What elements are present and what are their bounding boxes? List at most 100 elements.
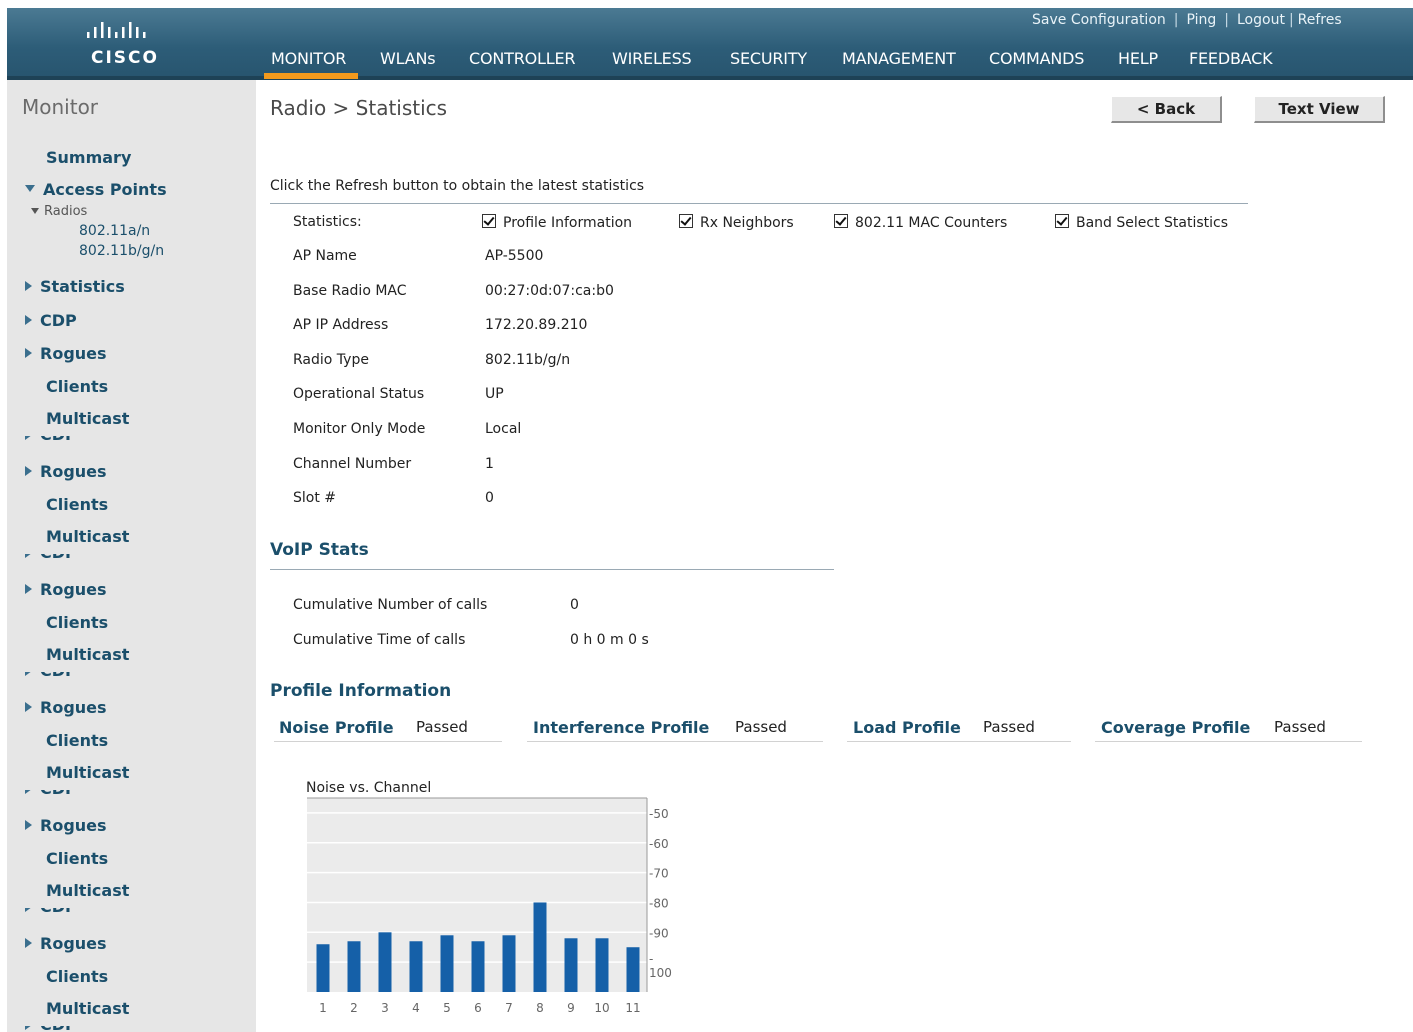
sidebar-item-radio-bg[interactable]: 802.11b/g/n xyxy=(79,243,164,259)
sidebar-item-cdp-clipped: CDP xyxy=(25,672,77,680)
profile-information-heading: Profile Information xyxy=(270,681,452,701)
sidebar-item-cdp-clipped: CDP xyxy=(25,908,77,916)
checkbox-checked-icon[interactable] xyxy=(679,214,693,228)
sidebar-item-summary[interactable]: Summary xyxy=(46,148,131,167)
page-title: Radio > Statistics xyxy=(270,96,448,120)
profile-information-checkbox[interactable]: Profile Information xyxy=(482,214,632,231)
sidebar-item-multicast[interactable]: Multicast xyxy=(46,645,129,664)
chart-bar xyxy=(347,941,361,992)
profile-divider xyxy=(847,741,1071,742)
slot-label: Slot # xyxy=(293,490,337,506)
sidebar-item-multicast[interactable]: Multicast xyxy=(46,763,129,782)
x-tick-label: 5 xyxy=(443,1001,451,1015)
checkbox-checked-icon[interactable] xyxy=(482,214,496,228)
noise-vs-channel-chart: -50 -60 -70 -80 -90 -100 1 2 3 4 5 6 7 8 9 10 11 xyxy=(307,797,672,1015)
sidebar-item-clients[interactable]: Clients xyxy=(46,967,108,986)
chart-bar xyxy=(564,938,578,992)
sidebar-item-clients[interactable]: Clients xyxy=(46,377,108,396)
cumulative-time-value: 0 h 0 m 0 s xyxy=(570,632,649,648)
radio-type-value: 802.11b/g/n xyxy=(485,352,571,368)
radio-type-label: Radio Type xyxy=(293,352,369,368)
sidebar-item-multicast[interactable]: Multicast xyxy=(46,881,129,900)
save-configuration-link[interactable]: Save Configuration xyxy=(1032,12,1166,28)
sidebar-item-label: Access Points xyxy=(43,180,167,199)
interference-profile-status: Passed xyxy=(735,718,787,736)
chart-bar xyxy=(595,938,609,992)
cisco-logo-text: CISCO xyxy=(91,48,159,68)
menu-monitor[interactable]: MONITOR xyxy=(263,49,359,79)
menu-wlans[interactable]: WLANs xyxy=(380,49,436,68)
band-select-checkbox[interactable]: Band Select Statistics xyxy=(1055,214,1228,231)
checkbox-label: Profile Information xyxy=(503,215,633,231)
menu-feedback[interactable]: FEEDBACK xyxy=(1189,49,1273,68)
monitor-only-mode-value: Local xyxy=(485,421,522,437)
rx-neighbors-checkbox[interactable]: Rx Neighbors xyxy=(679,214,794,231)
refresh-link[interactable]: Refres xyxy=(1298,12,1342,28)
sidebar-item-rogues[interactable]: Rogues xyxy=(25,934,107,953)
y-tick-label: -60 xyxy=(649,837,669,851)
y-tick-label: 100 xyxy=(649,966,672,980)
sidebar-item-cdp-clipped: CDP xyxy=(25,554,77,562)
sidebar-item-statistics[interactable]: Statistics xyxy=(25,277,125,296)
ping-link[interactable]: Ping xyxy=(1186,12,1216,28)
sidebar-item-clients[interactable]: Clients xyxy=(46,849,108,868)
sidebar-item-rogues[interactable]: Rogues xyxy=(25,580,107,599)
ap-name-label: AP Name xyxy=(293,248,357,264)
sidebar-item-rogues[interactable]: Rogues xyxy=(25,816,107,835)
x-tick-label: 6 xyxy=(474,1001,482,1015)
sidebar-item-radios[interactable]: Radios xyxy=(31,204,87,219)
noise-profile-label: Noise Profile xyxy=(279,718,394,737)
sidebar-item-label: Rogues xyxy=(40,698,107,717)
sidebar-item-radio-a[interactable]: 802.11a/n xyxy=(79,223,150,239)
expanded-arrow-icon xyxy=(25,185,35,192)
menu-management[interactable]: MANAGEMENT xyxy=(842,49,956,68)
chart-bar xyxy=(409,941,423,992)
sidebar-item-clients[interactable]: Clients xyxy=(46,731,108,750)
sidebar-item-label: Radios xyxy=(44,204,88,219)
sidebar-item-rogues[interactable]: Rogues xyxy=(25,698,107,717)
logout-link[interactable]: Logout xyxy=(1237,12,1285,28)
sidebar-item-multicast[interactable]: Multicast xyxy=(46,409,129,428)
cisco-logo-icon xyxy=(87,22,146,38)
cumulative-calls-value: 0 xyxy=(570,597,579,613)
collapsed-arrow-icon xyxy=(25,314,32,325)
text-view-button[interactable]: Text View xyxy=(1254,96,1385,123)
expanded-arrow-icon xyxy=(31,207,39,214)
sidebar-item-rogues[interactable]: Rogues xyxy=(25,344,107,363)
sidebar-item-label: Rogues xyxy=(40,344,107,363)
collapsed-arrow-icon xyxy=(25,465,32,476)
checkbox-checked-icon[interactable] xyxy=(834,214,848,228)
sidebar: Monitor Summary Access Points Radios 802… xyxy=(7,80,256,1032)
sidebar-item-clients[interactable]: Clients xyxy=(46,495,108,514)
collapsed-arrow-icon xyxy=(25,583,32,594)
sidebar-item-multicast[interactable]: Multicast xyxy=(46,527,129,546)
menu-help[interactable]: HELP xyxy=(1118,49,1158,68)
statistics-label: Statistics: xyxy=(293,214,362,230)
sidebar-item-rogues[interactable]: Rogues xyxy=(25,462,107,481)
sidebar-item-cdp-clipped: CDP xyxy=(25,790,77,798)
voip-stats-heading: VoIP Stats xyxy=(270,540,369,560)
x-tick-label: 10 xyxy=(594,1001,609,1015)
y-tick-label: -70 xyxy=(649,867,669,881)
x-tick-label: 11 xyxy=(625,1001,640,1015)
menu-controller[interactable]: CONTROLLER xyxy=(469,49,575,68)
menu-commands[interactable]: COMMANDS xyxy=(989,49,1084,68)
cumulative-calls-label: Cumulative Number of calls xyxy=(293,597,488,613)
sidebar-item-multicast[interactable]: Multicast xyxy=(46,999,129,1018)
sidebar-item-label: Rogues xyxy=(40,580,107,599)
collapsed-arrow-icon xyxy=(25,819,32,830)
x-tick-label: 1 xyxy=(319,1001,327,1015)
menu-security[interactable]: SECURITY xyxy=(730,49,807,68)
sidebar-item-cdp[interactable]: CDP xyxy=(25,311,77,330)
sidebar-item-clients[interactable]: Clients xyxy=(46,613,108,632)
collapsed-arrow-icon xyxy=(25,280,32,291)
checkbox-label: Band Select Statistics xyxy=(1076,215,1229,231)
chart-bar xyxy=(626,947,640,992)
menu-wireless[interactable]: WIRELESS xyxy=(612,49,692,68)
mac-counters-checkbox[interactable]: 802.11 MAC Counters xyxy=(834,214,1007,231)
checkbox-label: 802.11 MAC Counters xyxy=(855,215,1008,231)
sidebar-item-access-points[interactable]: Access Points xyxy=(25,180,167,199)
sidebar-item-label: CDP xyxy=(40,311,77,330)
back-button[interactable]: < Back xyxy=(1111,96,1222,123)
checkbox-checked-icon[interactable] xyxy=(1055,214,1069,228)
